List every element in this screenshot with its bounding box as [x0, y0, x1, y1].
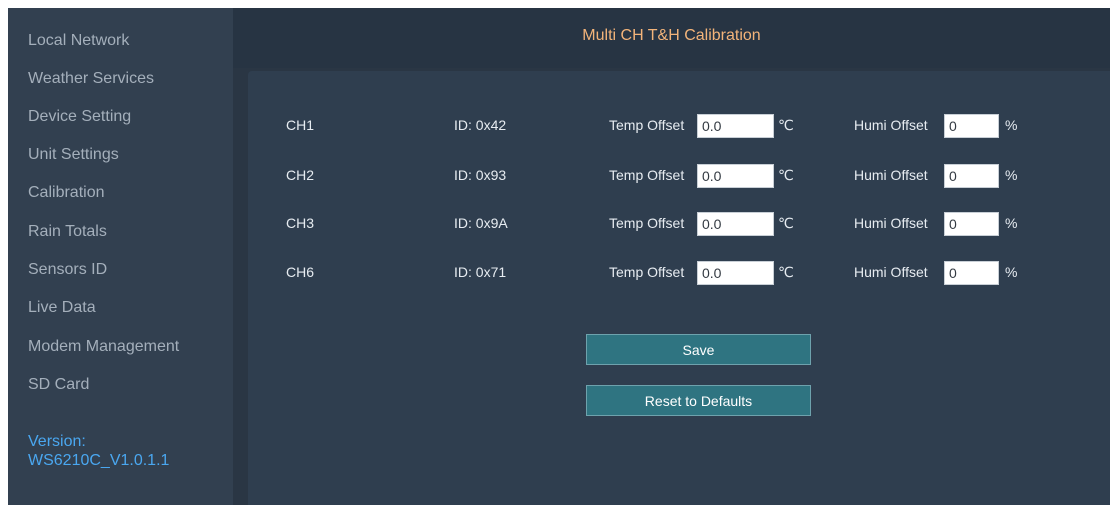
- channel-id: ID: 0x71: [454, 264, 507, 280]
- channel-row: CH6 ID: 0x71 Temp Offset ℃ Humi Offset %: [248, 261, 1110, 285]
- sidebar: Local Network Weather Services Device Se…: [8, 8, 233, 505]
- channel-row: CH2 ID: 0x93 Temp Offset ℃ Humi Offset %: [248, 164, 1110, 188]
- humi-offset-input[interactable]: [944, 164, 999, 188]
- version-value: WS6210C_V1.0.1.1: [28, 452, 170, 469]
- channel-id: ID: 0x93: [454, 167, 507, 183]
- humi-offset-input[interactable]: [944, 114, 999, 138]
- channel-name: CH2: [286, 167, 315, 183]
- channel-name: CH1: [286, 117, 315, 133]
- sidebar-item-rain-totals[interactable]: Rain Totals: [28, 223, 107, 241]
- app-frame: Local Network Weather Services Device Se…: [8, 8, 1110, 505]
- humi-offset-input[interactable]: [944, 212, 999, 236]
- humi-unit: %: [1005, 264, 1018, 280]
- humi-unit: %: [1005, 117, 1018, 133]
- version-info: Version: WS6210C_V1.0.1.1: [28, 432, 169, 470]
- humi-offset-label: Humi Offset: [854, 117, 928, 133]
- channel-row: CH3 ID: 0x9A Temp Offset ℃ Humi Offset %: [248, 212, 1110, 236]
- temp-offset-input[interactable]: [697, 212, 774, 236]
- header-bar: Multi CH T&H Calibration: [233, 8, 1110, 68]
- temp-unit: ℃: [778, 117, 794, 133]
- sidebar-item-local-network[interactable]: Local Network: [28, 32, 129, 50]
- temp-unit: ℃: [778, 264, 794, 280]
- sidebar-item-sd-card[interactable]: SD Card: [28, 376, 89, 394]
- temp-offset-label: Temp Offset: [609, 215, 685, 231]
- temp-offset-input[interactable]: [697, 261, 774, 285]
- save-button[interactable]: Save: [586, 334, 811, 365]
- sidebar-item-modem-management[interactable]: Modem Management: [28, 338, 179, 356]
- channel-id: ID: 0x9A: [454, 215, 508, 231]
- temp-offset-label: Temp Offset: [609, 167, 685, 183]
- temp-offset-label: Temp Offset: [609, 117, 685, 133]
- temp-unit: ℃: [778, 167, 794, 183]
- page-title: Multi CH T&H Calibration: [582, 27, 761, 44]
- channel-name: CH3: [286, 215, 315, 231]
- humi-offset-label: Humi Offset: [854, 167, 928, 183]
- humi-unit: %: [1005, 215, 1018, 231]
- humi-offset-input[interactable]: [944, 261, 999, 285]
- calibration-panel: CH1 ID: 0x42 Temp Offset ℃ Humi Offset %…: [248, 71, 1110, 505]
- sidebar-item-sensors-id[interactable]: Sensors ID: [28, 261, 107, 279]
- sidebar-item-device-setting[interactable]: Device Setting: [28, 108, 131, 126]
- humi-unit: %: [1005, 167, 1018, 183]
- humi-offset-label: Humi Offset: [854, 215, 928, 231]
- temp-unit: ℃: [778, 215, 794, 231]
- channel-name: CH6: [286, 264, 315, 280]
- sidebar-item-calibration[interactable]: Calibration: [28, 184, 104, 202]
- sidebar-item-live-data[interactable]: Live Data: [28, 299, 96, 317]
- channel-id: ID: 0x42: [454, 117, 507, 133]
- temp-offset-input[interactable]: [697, 164, 774, 188]
- temp-offset-input[interactable]: [697, 114, 774, 138]
- sidebar-item-weather-services[interactable]: Weather Services: [28, 70, 154, 88]
- temp-offset-label: Temp Offset: [609, 264, 685, 280]
- version-label: Version:: [28, 433, 86, 450]
- reset-defaults-button[interactable]: Reset to Defaults: [586, 385, 811, 416]
- humi-offset-label: Humi Offset: [854, 264, 928, 280]
- sidebar-item-unit-settings[interactable]: Unit Settings: [28, 146, 119, 164]
- channel-row: CH1 ID: 0x42 Temp Offset ℃ Humi Offset %: [248, 114, 1110, 138]
